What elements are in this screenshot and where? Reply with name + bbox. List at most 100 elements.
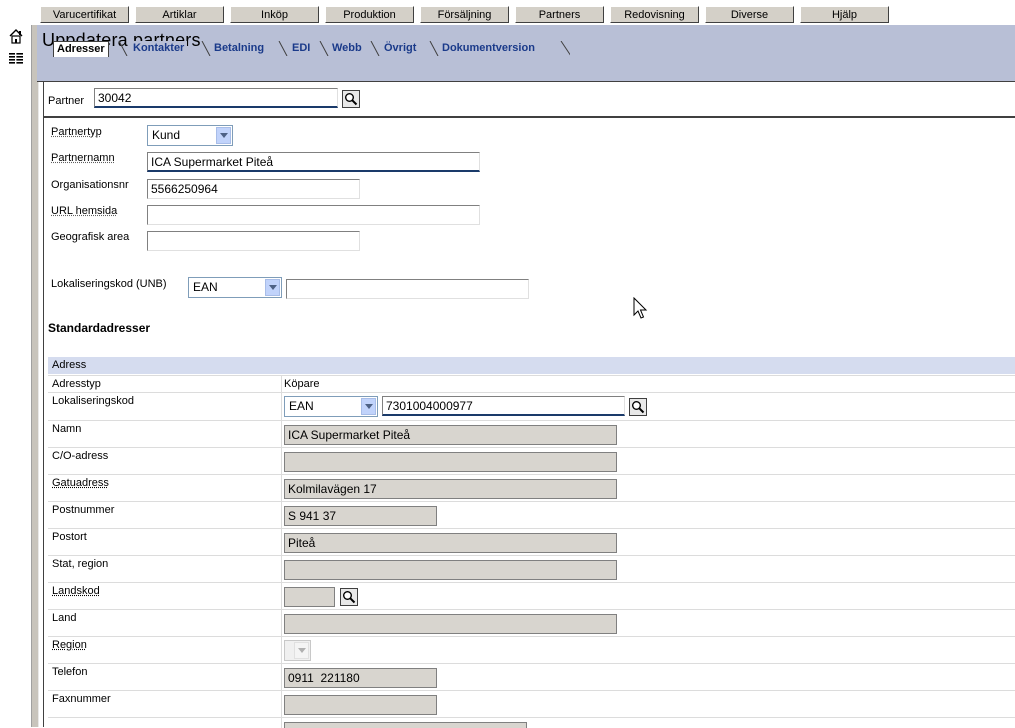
magnifier-icon bbox=[343, 591, 356, 604]
gata-label: Gatuadress bbox=[52, 477, 109, 489]
landskod-label: Landskod bbox=[52, 585, 100, 597]
tab-adresser[interactable]: Adresser bbox=[53, 41, 109, 57]
chevron-down-icon bbox=[216, 127, 231, 144]
lokkod-type-value: EAN bbox=[289, 399, 314, 413]
mouse-cursor-icon bbox=[633, 297, 648, 319]
menu-forsaljning[interactable]: Försäljning bbox=[420, 6, 509, 23]
menu-artiklar[interactable]: Artiklar bbox=[135, 6, 224, 23]
orgnr-label: Organisationsnr bbox=[51, 179, 129, 191]
land-label: Land bbox=[52, 612, 77, 624]
lokkod-label: Lokaliseringskod bbox=[52, 395, 134, 407]
co-label: C/O-adress bbox=[52, 450, 109, 462]
tab-edi[interactable]: EDI bbox=[289, 41, 314, 56]
next-row-input[interactable] bbox=[284, 722, 527, 728]
tab-kontakter[interactable]: Kontakter bbox=[130, 41, 188, 56]
tab-dokumentversion[interactable]: Dokumentversion bbox=[439, 41, 538, 56]
land-input[interactable] bbox=[284, 614, 617, 634]
chevron-down-icon bbox=[265, 279, 280, 296]
table-row: C/O-adress bbox=[48, 447, 1015, 475]
table-row bbox=[48, 717, 1015, 728]
lokkod-input[interactable]: 7301004000977 bbox=[382, 396, 625, 416]
left-gutter bbox=[0, 25, 32, 727]
lokkod-type-select[interactable]: EAN bbox=[284, 396, 378, 417]
standardadresser-heading: Standardadresser bbox=[48, 321, 151, 335]
region-select[interactable] bbox=[284, 640, 311, 661]
namn-label: Namn bbox=[52, 423, 82, 435]
top-menu-bar: Varucertifikat Artiklar Inköp Produktion… bbox=[0, 0, 1015, 26]
menu-hjalp[interactable]: Hjälp bbox=[800, 6, 889, 23]
tab-betalning[interactable]: Betalning bbox=[211, 41, 268, 56]
table-row: Land bbox=[48, 609, 1015, 637]
table-row: Region bbox=[48, 636, 1015, 664]
tab-separator bbox=[118, 41, 128, 56]
postnr-input[interactable]: S 941 37 bbox=[284, 506, 437, 526]
url-input[interactable] bbox=[147, 205, 480, 225]
partnernamn-label: Partnernamn bbox=[51, 152, 115, 164]
adresstyp-value: Köpare bbox=[284, 378, 320, 390]
geo-input[interactable] bbox=[147, 231, 360, 251]
menu-partners[interactable]: Partners bbox=[515, 6, 604, 23]
postort-input[interactable]: Piteå bbox=[284, 533, 617, 553]
region-label: Region bbox=[52, 639, 87, 651]
table-row: Adresstyp Köpare bbox=[48, 375, 1015, 393]
adresstyp-label: Adresstyp bbox=[52, 378, 101, 390]
lokkod-unb-select[interactable]: EAN bbox=[188, 277, 282, 298]
menu-varucertifikat[interactable]: Varucertifikat bbox=[40, 6, 129, 23]
fax-label: Faxnummer bbox=[52, 693, 111, 705]
lokkod-unb-type: EAN bbox=[193, 280, 218, 294]
telefon-label: Telefon bbox=[52, 666, 88, 678]
chevron-down-icon bbox=[361, 398, 376, 415]
tab-webb[interactable]: Webb bbox=[329, 41, 365, 56]
table-row: Landskod bbox=[48, 582, 1015, 610]
partner-search-button[interactable] bbox=[342, 90, 360, 108]
landskod-input[interactable] bbox=[284, 587, 335, 607]
stat-input[interactable] bbox=[284, 560, 617, 580]
partner-input[interactable]: 30042 bbox=[94, 88, 338, 108]
magnifier-icon bbox=[345, 93, 358, 106]
magnifier-icon bbox=[632, 401, 645, 414]
menu-diverse[interactable]: Diverse bbox=[705, 6, 794, 23]
url-label: URL hemsida bbox=[51, 205, 118, 217]
table-row: Stat, region bbox=[48, 555, 1015, 583]
menu-produktion[interactable]: Produktion bbox=[325, 6, 414, 23]
tab-separator bbox=[429, 41, 439, 56]
namn-input[interactable]: ICA Supermarket Piteå bbox=[284, 425, 617, 445]
list-icon[interactable] bbox=[8, 51, 24, 67]
tab-separator bbox=[370, 41, 380, 56]
menu-inkop[interactable]: Inköp bbox=[230, 6, 319, 23]
lokkod-search-button[interactable] bbox=[629, 398, 647, 416]
lokkod-unb-label: Lokaliseringskod (UNB) bbox=[51, 278, 167, 290]
chevron-down-icon bbox=[294, 642, 309, 659]
table-row: Postnummer S 941 37 bbox=[48, 501, 1015, 529]
menu-redovisning[interactable]: Redovisning bbox=[610, 6, 699, 23]
orgnr-input[interactable]: 5566250964 bbox=[147, 179, 360, 199]
gata-input[interactable]: Kolmilavägen 17 bbox=[284, 479, 617, 499]
table-row: Lokaliseringskod EAN 7301004000977 bbox=[48, 392, 1015, 421]
home-icon[interactable] bbox=[8, 28, 24, 44]
tab-separator bbox=[201, 41, 211, 56]
postnr-label: Postnummer bbox=[52, 504, 115, 516]
partnertyp-value: Kund bbox=[152, 128, 181, 142]
table-row: Faxnummer bbox=[48, 690, 1015, 718]
partner-label: Partner bbox=[48, 95, 85, 107]
partnertyp-select[interactable]: Kund bbox=[147, 125, 233, 146]
geo-label: Geografisk area bbox=[51, 231, 130, 243]
table-row: Namn ICA Supermarket Piteå bbox=[48, 420, 1015, 448]
tab-separator bbox=[319, 41, 329, 56]
landskod-search-button[interactable] bbox=[340, 588, 358, 606]
partnertyp-label: Partnertyp bbox=[51, 126, 102, 138]
partnernamn-input[interactable]: ICA Supermarket Piteå bbox=[147, 152, 480, 172]
address-table-header: Adress bbox=[48, 357, 1015, 374]
telefon-input[interactable]: 0911 221180 bbox=[284, 668, 437, 688]
frame-splitter[interactable] bbox=[31, 25, 39, 727]
tab-ovrigt[interactable]: Övrigt bbox=[381, 41, 420, 56]
partner-search-row: Partner 30042 bbox=[43, 82, 1015, 118]
fax-input[interactable] bbox=[284, 695, 437, 715]
tab-separator bbox=[560, 41, 570, 56]
postort-label: Postort bbox=[52, 531, 87, 543]
tab-separator bbox=[278, 41, 288, 56]
lokkod-unb-input[interactable] bbox=[286, 279, 529, 299]
table-row: Telefon 0911 221180 bbox=[48, 663, 1015, 691]
co-input[interactable] bbox=[284, 452, 617, 472]
stat-label: Stat, region bbox=[52, 558, 109, 570]
